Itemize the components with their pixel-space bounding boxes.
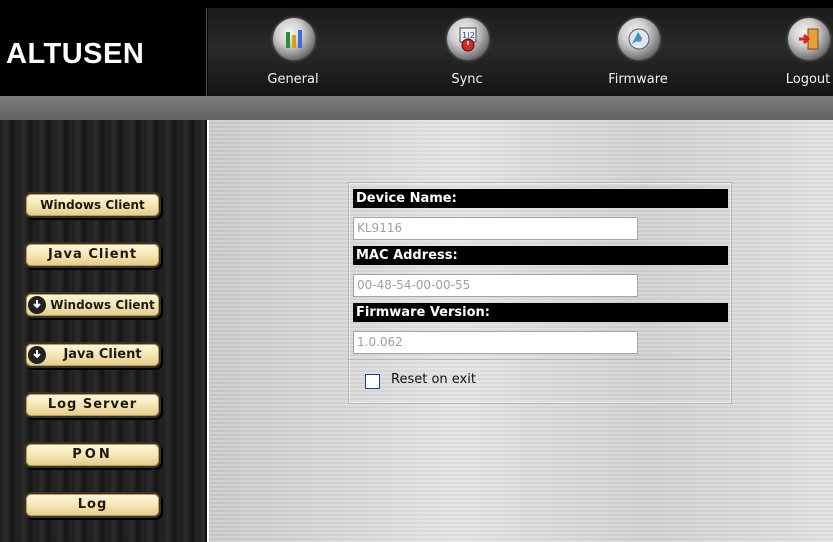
- mac-address-field[interactable]: 00-48-54-00-00-55: [353, 274, 638, 297]
- download-icon: [28, 346, 46, 364]
- nav-firmware[interactable]: Firmware: [593, 8, 683, 96]
- sync-icon: 1|2: [447, 18, 489, 60]
- download-java-client-button[interactable]: Java Client: [24, 342, 161, 368]
- device-name-header: Device Name:: [353, 189, 728, 208]
- device-name-field[interactable]: KL9116: [353, 217, 638, 240]
- panel-divider: [349, 359, 731, 360]
- download-java-client-label: Java Client: [63, 347, 142, 362]
- download-windows-client-button[interactable]: Windows Client: [24, 292, 161, 318]
- firmware-version-header: Firmware Version:: [353, 303, 728, 322]
- general-icon: [273, 18, 315, 60]
- device-info-panel: Device Name: KL9116 MAC Address: 00-48-5…: [348, 182, 732, 404]
- nav-sync[interactable]: 1|2 Sync: [422, 8, 512, 96]
- nav-general-label: General: [267, 72, 319, 87]
- pon-button[interactable]: PON: [24, 442, 161, 468]
- altusen-logo: ALTUSEN: [6, 38, 145, 70]
- download-windows-client-label: Windows Client: [50, 298, 155, 312]
- log-button[interactable]: Log: [24, 492, 161, 518]
- reset-on-exit-label: Reset on exit: [391, 372, 476, 387]
- main-content: Device Name: KL9116 MAC Address: 00-48-5…: [209, 120, 833, 542]
- nav-logout-label: Logout: [785, 72, 831, 87]
- logo-area: ALTUSEN: [0, 8, 207, 96]
- windows-client-button[interactable]: Windows Client: [24, 192, 161, 218]
- java-client-button[interactable]: Java Client: [24, 242, 161, 268]
- header-divider-band: [0, 96, 833, 120]
- nav-logout[interactable]: Logout: [763, 8, 833, 96]
- log-server-button[interactable]: Log Server: [24, 392, 161, 418]
- download-icon: [28, 296, 46, 314]
- firmware-icon: [618, 18, 660, 60]
- logout-icon: [788, 18, 830, 60]
- nav-general[interactable]: General: [248, 8, 338, 96]
- top-header: ALTUSEN General 1|2 Sync Firmware Logout: [0, 0, 833, 100]
- reset-on-exit-checkbox[interactable]: [365, 374, 380, 389]
- top-nav: General 1|2 Sync Firmware Logout: [208, 8, 833, 96]
- nav-firmware-label: Firmware: [608, 72, 668, 87]
- mac-address-header: MAC Address:: [353, 246, 728, 265]
- firmware-version-field[interactable]: 1.0.062: [353, 331, 638, 354]
- nav-sync-label: Sync: [451, 72, 483, 87]
- sidebar: Windows Client Java Client Windows Clien…: [0, 120, 207, 542]
